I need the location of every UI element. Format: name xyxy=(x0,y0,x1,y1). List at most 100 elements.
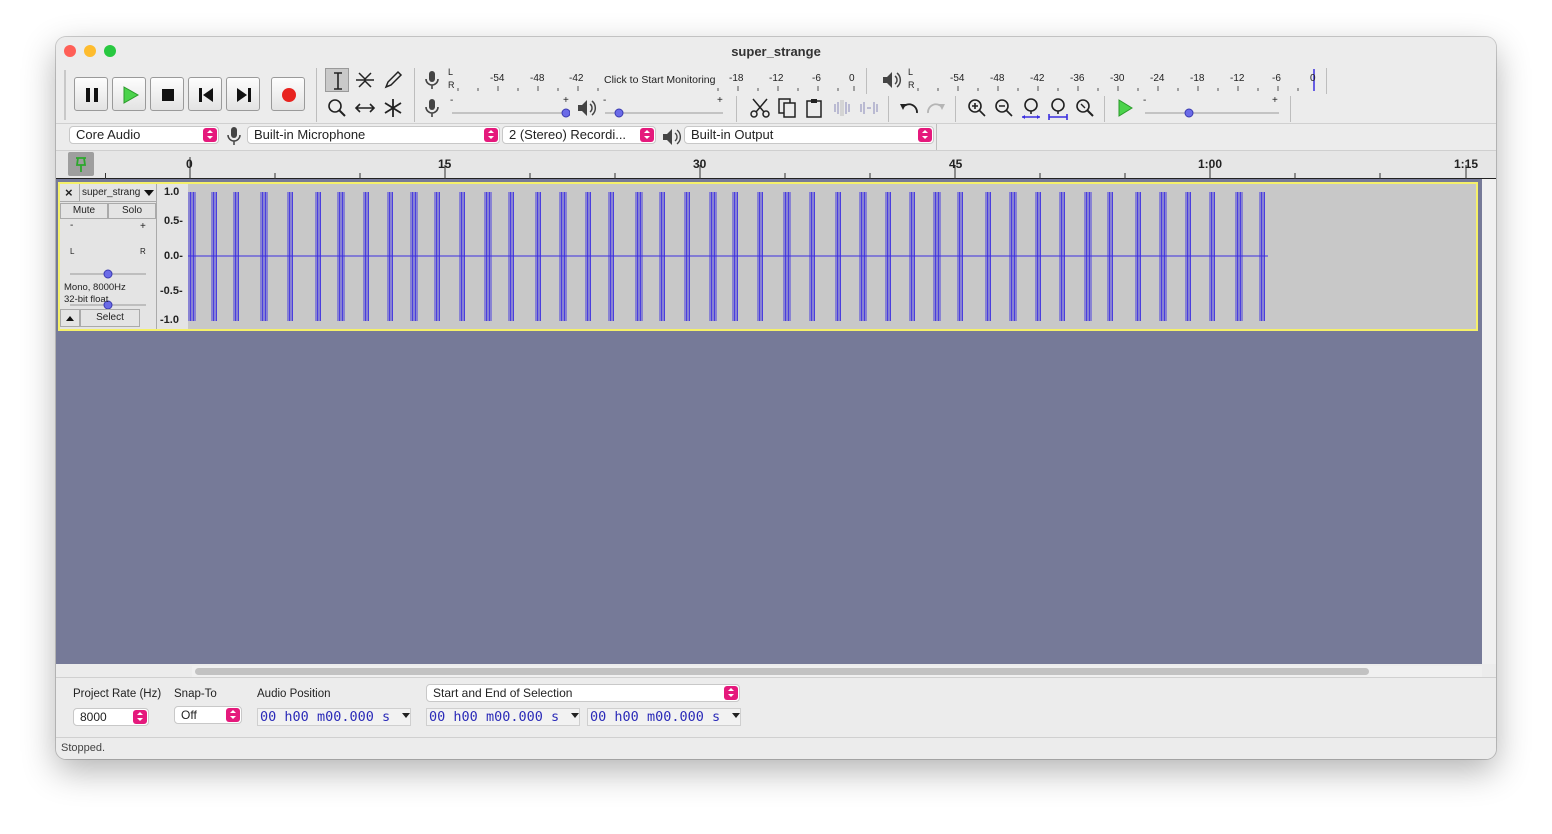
slider-track xyxy=(605,108,723,118)
snap-to-dropdown[interactable]: Off xyxy=(174,706,242,724)
track-name-menu[interactable]: super_strang xyxy=(82,187,140,198)
play-tick-24: -24 xyxy=(1150,73,1165,84)
selection-start-timecode[interactable]: 00 h00 m00.000 s xyxy=(426,708,580,726)
monitor-label[interactable]: Click to Start Monitoring xyxy=(604,74,715,86)
record-button[interactable] xyxy=(271,77,305,111)
scrollbar-thumb[interactable] xyxy=(195,668,1369,675)
pause-icon xyxy=(86,88,98,102)
separator xyxy=(888,96,889,122)
tc-unit-m: m xyxy=(485,709,495,725)
pin-head-button[interactable] xyxy=(68,152,94,176)
zoom-tool[interactable] xyxy=(325,96,349,120)
playback-speed-slider[interactable] xyxy=(1143,107,1281,118)
play-icon xyxy=(1118,99,1133,117)
play-button[interactable] xyxy=(112,77,146,111)
skip-end-icon xyxy=(237,88,251,102)
draw-tool[interactable] xyxy=(381,68,405,92)
play-tick-30: -30 xyxy=(1110,73,1125,84)
play-tick-36: -36 xyxy=(1070,73,1085,84)
collapse-track-button[interactable] xyxy=(60,309,80,327)
mute-button[interactable]: Mute xyxy=(60,203,108,219)
track-menu-arrow-icon[interactable] xyxy=(144,190,154,196)
separator xyxy=(936,124,937,150)
play-meter-l: L xyxy=(908,67,914,77)
time-shift-tool[interactable] xyxy=(353,96,377,120)
timecode-menu-arrow-icon[interactable] xyxy=(402,713,410,718)
gain-slider-track[interactable] xyxy=(68,268,148,280)
trim-audio-icon xyxy=(834,100,850,116)
audio-host-dropdown[interactable]: Core Audio xyxy=(69,126,219,144)
play-meter-button[interactable] xyxy=(879,68,903,92)
dropdown-arrows-icon xyxy=(640,128,654,142)
silence-button[interactable] xyxy=(857,96,881,120)
undo-icon xyxy=(900,103,918,114)
skip-end-button[interactable] xyxy=(226,77,260,111)
double-arrow-icon xyxy=(354,103,376,113)
recording-device-dropdown[interactable]: Built-in Microphone xyxy=(247,126,500,144)
project-rate-value: 8000 xyxy=(80,710,107,724)
zoom-toggle-button[interactable] xyxy=(1073,96,1097,120)
playback-device-dropdown[interactable]: Built-in Output xyxy=(684,126,934,144)
fit-selection-button[interactable] xyxy=(1019,96,1043,120)
copy-icon xyxy=(778,98,796,118)
recording-channels-dropdown[interactable]: 2 (Stereo) Recordi... xyxy=(502,126,656,144)
stop-button[interactable] xyxy=(150,77,184,111)
separator xyxy=(866,68,867,94)
select-track-button[interactable]: Select xyxy=(80,309,140,327)
scale-label-1: 1.0 xyxy=(164,186,180,198)
timecode-menu-arrow-icon[interactable] xyxy=(571,713,579,718)
vertical-scrollbar[interactable] xyxy=(1482,179,1496,664)
solo-button[interactable]: Solo xyxy=(108,203,156,219)
zoom-out-icon xyxy=(995,99,1013,117)
record-volume-slider[interactable] xyxy=(450,107,571,118)
fit-selection-icon xyxy=(1022,98,1040,119)
dropdown-arrows-icon xyxy=(226,708,240,722)
record-tick-42: -42 xyxy=(569,73,584,84)
envelope-tool[interactable] xyxy=(353,68,377,92)
audio-position-timecode[interactable]: 00 h00 m00.000 s xyxy=(257,708,411,726)
paste-button[interactable] xyxy=(802,96,826,120)
record-meter-l: L xyxy=(448,67,454,77)
waveform-area[interactable] xyxy=(188,184,1476,329)
project-rate-dropdown[interactable]: 8000 xyxy=(73,708,149,726)
horizontal-scrollbar[interactable] xyxy=(192,666,1482,677)
record-tick-12: -12 xyxy=(769,73,784,84)
record-icon xyxy=(282,88,296,102)
timecode-menu-arrow-icon[interactable] xyxy=(732,713,740,718)
amplitude-scale[interactable]: 1.0 0.5- 0.0- -0.5- -1.0 xyxy=(156,184,188,329)
record-meter-button[interactable] xyxy=(420,68,444,92)
waveform xyxy=(188,192,1268,321)
ruler-label-45: 45 xyxy=(949,157,963,171)
play-at-speed-button[interactable] xyxy=(1112,96,1136,120)
skip-start-icon xyxy=(199,88,213,102)
cut-button[interactable] xyxy=(748,96,772,120)
pencil-icon xyxy=(384,70,403,89)
pause-button[interactable] xyxy=(74,77,108,111)
speaker-icon xyxy=(883,72,902,88)
speed-minus: - xyxy=(1143,95,1147,106)
tc-minutes: 00 xyxy=(622,709,639,725)
multi-tool[interactable] xyxy=(381,96,405,120)
separator xyxy=(1104,96,1105,122)
selection-tool[interactable] xyxy=(325,68,349,92)
playback-volume-plus: + xyxy=(717,95,723,106)
zoom-out-button[interactable] xyxy=(992,96,1016,120)
redo-button[interactable] xyxy=(924,96,948,120)
recording-device-value: Built-in Microphone xyxy=(254,127,366,142)
selection-end-timecode[interactable]: 00 h00 m00.000 s xyxy=(587,708,741,726)
fit-project-button[interactable] xyxy=(1046,96,1070,120)
snap-to-value: Off xyxy=(181,708,197,722)
selection-mode-dropdown[interactable]: Start and End of Selection xyxy=(426,684,740,702)
record-tick-54: -54 xyxy=(490,73,505,84)
playback-volume-slider[interactable] xyxy=(603,107,725,118)
snap-to-label: Snap-To xyxy=(174,688,217,700)
undo-button[interactable] xyxy=(897,96,921,120)
trim-button[interactable] xyxy=(830,96,854,120)
track-close-button[interactable]: × xyxy=(65,185,73,200)
zoom-toggle-icon xyxy=(1076,99,1094,117)
divider xyxy=(79,184,80,201)
toolbar-grip[interactable] xyxy=(64,70,66,120)
zoom-in-button[interactable] xyxy=(965,96,989,120)
skip-start-button[interactable] xyxy=(188,77,222,111)
copy-button[interactable] xyxy=(775,96,799,120)
